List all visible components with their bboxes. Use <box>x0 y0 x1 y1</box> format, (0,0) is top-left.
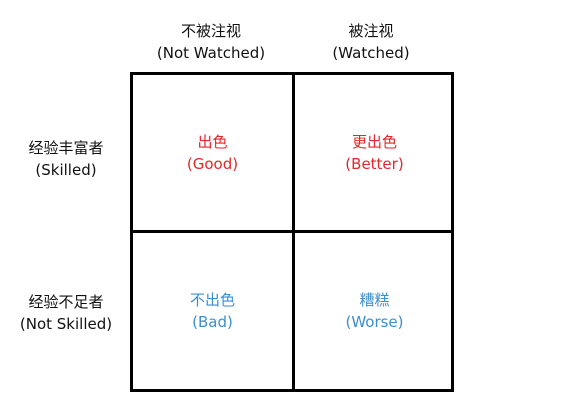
cell-zh: 更出色 <box>351 132 397 151</box>
row-header-zh: 经验不足者 <box>28 293 104 311</box>
cell-zh: 不出色 <box>189 290 235 309</box>
cell-en: (Better) <box>345 154 404 173</box>
cell-en: (Bad) <box>192 312 233 331</box>
row-header-en: (Not Skilled) <box>19 315 113 333</box>
row-header-skilled: 经验丰富者 (Skilled) <box>0 137 132 181</box>
column-header-watched: 被注视 (Watched) <box>291 20 451 64</box>
matrix-grid: 出色 (Good) 更出色 (Better) 不出色 (Bad) 糟糕 (Wor… <box>130 72 454 392</box>
column-header-en: (Watched) <box>332 44 410 62</box>
row-header-not-skilled: 经验不足者 (Not Skilled) <box>0 291 132 335</box>
cell-en: (Worse) <box>345 312 404 331</box>
column-header-not-watched: 不被注视 (Not Watched) <box>131 20 291 64</box>
cell-zh: 出色 <box>197 132 228 151</box>
cell-skilled-watched: 更出色 (Better) <box>295 75 454 230</box>
cell-not-skilled-watched: 糟糕 (Worse) <box>295 233 454 388</box>
row-header-en: (Skilled) <box>35 161 97 179</box>
cell-skilled-not-watched: 出色 (Good) <box>133 75 292 230</box>
row-header-zh: 经验丰富者 <box>28 139 104 157</box>
column-header-zh: 不被注视 <box>180 22 241 40</box>
cell-zh: 糟糕 <box>359 290 390 309</box>
cell-not-skilled-not-watched: 不出色 (Bad) <box>133 233 292 388</box>
column-header-en: (Not Watched) <box>156 44 266 62</box>
column-header-zh: 被注视 <box>348 22 394 40</box>
cell-en: (Good) <box>186 154 239 173</box>
